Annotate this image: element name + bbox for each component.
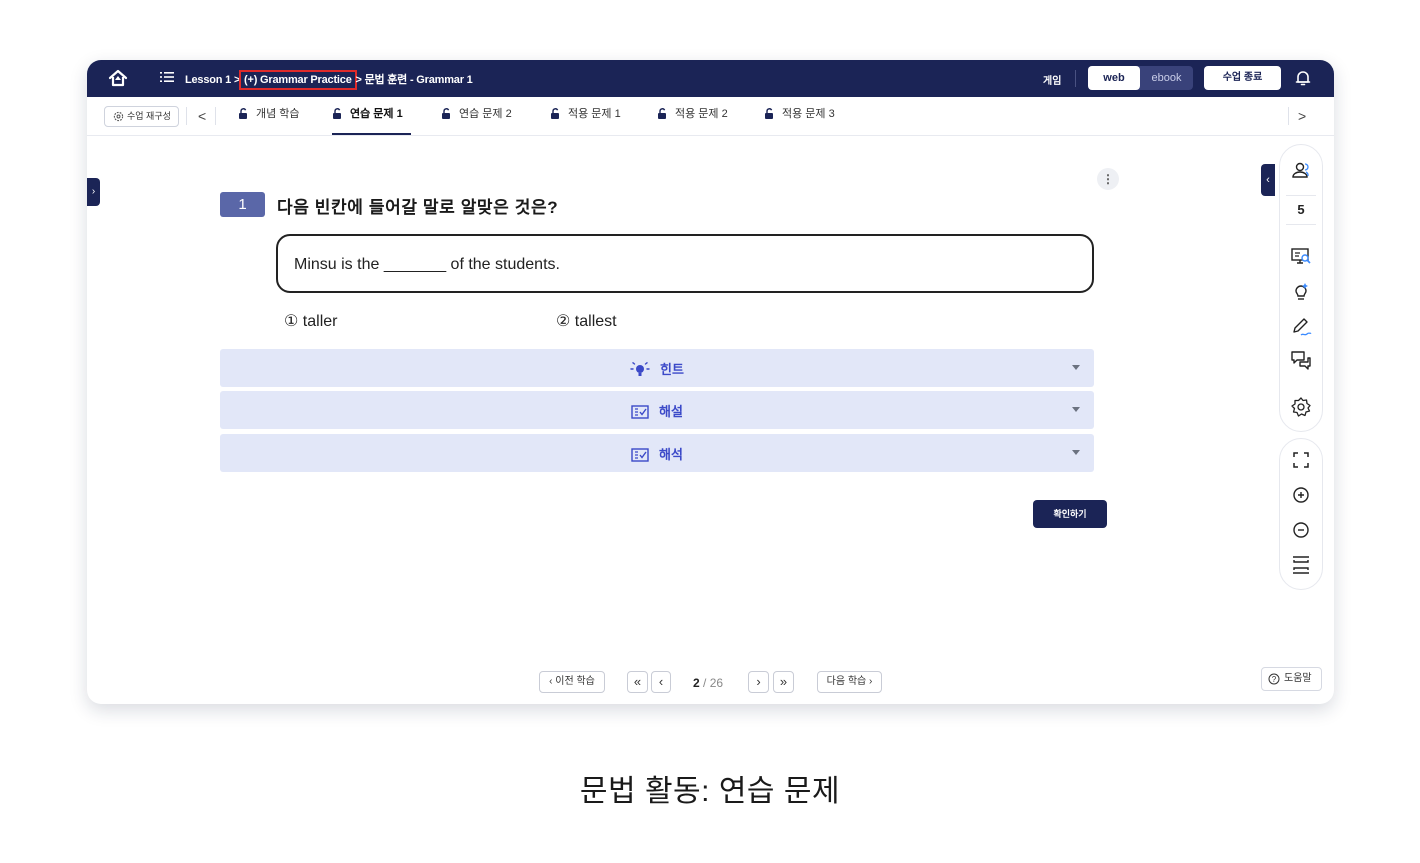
breadcrumb-separator: > (231, 74, 244, 86)
tab-concept[interactable]: 개념 학습 (238, 97, 300, 135)
check-answer-button[interactable]: 확인하기 (1033, 500, 1107, 528)
mode-ebook-button[interactable]: ebook (1140, 66, 1193, 90)
student-count: 5 (1286, 195, 1316, 225)
home-icon[interactable] (107, 68, 129, 88)
lightbulb-icon (630, 361, 650, 376)
breadcrumb-page: 문법 훈련 - Grammar 1 (364, 74, 473, 86)
accordion-label: 해설 (659, 404, 683, 419)
app-window: Lesson 1 > (+) Grammar Practice > 문법 훈련 … (87, 60, 1334, 704)
mode-web-button[interactable]: web (1088, 66, 1140, 90)
divider (186, 107, 187, 125)
view-mode-toggle: web ebook (1088, 66, 1193, 90)
unlock-icon (765, 107, 773, 119)
tab-application-1[interactable]: 적용 문제 1 (550, 97, 621, 135)
tab-practice-1[interactable]: 연습 문제 1 (332, 97, 411, 135)
left-panel-toggle[interactable]: › (87, 178, 100, 206)
breadcrumb-separator: > (352, 74, 365, 86)
translation-icon (631, 447, 649, 462)
tab-label: 적용 문제 1 (568, 108, 621, 120)
divider (215, 107, 216, 125)
answer-option-2[interactable]: ② tallest (556, 311, 617, 331)
zoom-out-icon[interactable] (1290, 519, 1312, 541)
first-page-button[interactable]: « (627, 671, 648, 693)
tab-label: 연습 문제 1 (350, 108, 403, 120)
chevron-down-icon (1072, 365, 1080, 370)
question-title: 다음 빈칸에 들어갈 말로 알맞은 것은? (277, 198, 559, 217)
tab-label: 개념 학습 (256, 108, 300, 120)
unlock-icon (658, 107, 666, 119)
zoom-in-icon[interactable] (1290, 484, 1312, 506)
side-panel-toggle[interactable]: ‹ (1261, 164, 1275, 196)
reconfigure-class-button[interactable]: 수업 재구성 (104, 106, 179, 127)
tab-practice-2[interactable]: 연습 문제 2 (441, 97, 512, 135)
tabs-prev-arrow[interactable]: < (198, 108, 206, 124)
unlock-icon (551, 107, 559, 119)
svg-text:?: ? (1272, 675, 1277, 684)
fit-height-icon[interactable] (1290, 554, 1312, 576)
prev-study-button[interactable]: ‹ 이전 학습 (539, 671, 605, 693)
help-button[interactable]: ? 도움말 (1261, 667, 1322, 691)
settings-icon (113, 111, 124, 122)
breadcrumb-lesson[interactable]: Lesson 1 (185, 74, 231, 86)
divider (1075, 70, 1076, 87)
students-icon[interactable] (1290, 160, 1312, 182)
tab-label: 적용 문제 2 (675, 108, 728, 120)
monitor-search-icon[interactable] (1290, 246, 1312, 268)
hint-accordion[interactable]: 힌트 (220, 349, 1094, 387)
accordion-label: 힌트 (660, 362, 684, 377)
unlock-icon (239, 107, 247, 119)
next-page-button[interactable]: › (748, 671, 769, 693)
accordion-label: 해석 (659, 447, 683, 462)
prev-page-button[interactable]: ‹ (651, 671, 671, 693)
explanation-accordion[interactable]: 해설 (220, 391, 1094, 429)
accordion-header: 해석 (220, 444, 1094, 463)
chevron-down-icon (1072, 407, 1080, 412)
pen-icon[interactable] (1290, 316, 1312, 338)
next-study-button[interactable]: 다음 학습 › (817, 671, 882, 693)
bell-icon[interactable] (1293, 68, 1313, 88)
list-icon[interactable] (160, 70, 174, 84)
top-bar: Lesson 1 > (+) Grammar Practice > 문법 훈련 … (87, 60, 1334, 97)
translation-accordion[interactable]: 해석 (220, 434, 1094, 472)
tab-application-2[interactable]: 적용 문제 2 (657, 97, 728, 135)
answer-option-1[interactable]: ① taller (284, 311, 337, 331)
tabs-next-arrow[interactable]: > (1298, 108, 1306, 124)
breadcrumb-section[interactable]: (+) Grammar Practice (239, 70, 357, 90)
reconfigure-label: 수업 재구성 (127, 111, 171, 121)
page-indicator: 2 / 26 (693, 676, 723, 690)
tab-label: 연습 문제 2 (459, 108, 512, 120)
question-number: 1 (220, 192, 265, 217)
divider (1288, 107, 1289, 125)
tab-bar: 수업 재구성 < 개념 학습 연습 문제 1 연습 문제 2 적용 문제 1 적… (87, 97, 1334, 136)
game-link[interactable]: 게임 (1043, 72, 1061, 87)
chat-icon[interactable] (1290, 349, 1312, 371)
breadcrumb: Lesson 1 > (+) Grammar Practice > 문법 훈련 … (185, 70, 473, 90)
tab-label: 적용 문제 3 (782, 108, 835, 120)
unlock-icon (442, 107, 450, 119)
figure-caption: 문법 활동: 연습 문제 (579, 775, 841, 808)
explanation-icon (631, 404, 649, 419)
fullscreen-icon[interactable] (1290, 449, 1312, 471)
accordion-header: 해설 (220, 401, 1094, 420)
help-label: 도움말 (1284, 673, 1312, 684)
question-sentence-box: Minsu is the _______ of the students. (276, 234, 1094, 293)
current-page: 2 (693, 676, 700, 690)
more-options-icon[interactable]: ⋮ (1097, 168, 1119, 190)
help-icon: ? (1268, 673, 1280, 685)
tab-application-3[interactable]: 적용 문제 3 (764, 97, 835, 135)
chevron-down-icon (1072, 450, 1080, 455)
accordion-header: 힌트 (220, 359, 1094, 379)
last-page-button[interactable]: » (773, 671, 794, 693)
unlock-icon (333, 107, 341, 119)
question-sentence: Minsu is the _______ of the students. (294, 256, 560, 273)
total-pages: / 26 (703, 676, 724, 690)
end-class-button[interactable]: 수업 종료 (1204, 66, 1281, 90)
settings-icon[interactable] (1290, 396, 1312, 418)
idea-icon[interactable] (1290, 281, 1312, 303)
